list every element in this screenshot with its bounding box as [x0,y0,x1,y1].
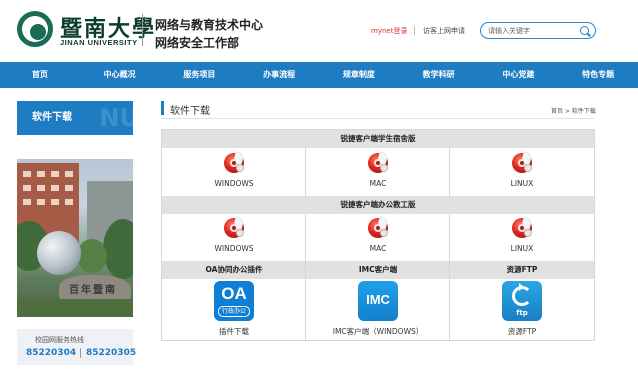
search-box[interactable] [480,22,596,39]
page-title: 软件下载 [170,106,210,117]
oa-icon-subtext: 行政办公 [218,306,250,317]
hotline-label: 校园网服务热线 [35,336,84,344]
breadcrumb[interactable]: 首页 > 软件下载 [551,106,596,115]
department-name-line2: 网络安全工作部 [155,36,240,50]
search-input[interactable] [488,25,576,36]
app-heading-imc: IMC客户端 [306,261,450,279]
download-staff-mac[interactable]: MAC [306,244,450,253]
ruijie-client-icon[interactable] [512,216,533,238]
imc-client-icon[interactable]: IMC [358,281,398,321]
ruijie-client-icon[interactable] [368,151,389,173]
sidebar-title-watermark: NU [99,104,133,132]
section-heading-staff: 锐捷客户端办公教工版 [162,196,594,214]
site-header: 暨南大學 JINAN UNIVERSITY 网络与教育技术中心 网络安全工作部 … [0,0,638,62]
imc-icon-text: IMC [366,292,390,307]
ruijie-client-icon[interactable] [224,151,245,173]
globe-sculpture [37,231,81,275]
nav-item-overview[interactable]: 中心概况 [80,62,160,88]
app-heading-oa: OA协同办公插件 [162,261,306,279]
hotline-number-2: 85220305 [86,348,137,358]
nav-item-procedures[interactable]: 办事流程 [239,62,319,88]
hotline-number-1: 85220304 [26,348,77,358]
nav-item-regulations[interactable]: 规章制度 [319,62,399,88]
nav-item-services[interactable]: 服务项目 [160,62,240,88]
download-resource-ftp[interactable]: 资源FTP [450,326,594,337]
logo-divider [142,14,143,46]
download-staff-linux[interactable]: LINUX [450,244,594,253]
nav-item-features[interactable]: 特色专题 [558,62,638,88]
ruijie-client-icon[interactable] [224,216,245,238]
sidebar-title-text: 软件下载 [32,112,72,123]
search-icon[interactable] [580,26,589,35]
app-heading-ftp: 资源FTP [450,261,594,279]
oa-plugin-icon[interactable]: OA 行政办公 [214,281,254,321]
university-seal-icon[interactable] [17,11,53,47]
download-student-linux[interactable]: LINUX [450,179,594,188]
download-oa-plugin[interactable]: 插件下载 [162,326,306,337]
department-name-line1: 网络与教育技术中心 [155,18,264,32]
download-student-mac[interactable]: MAC [306,179,450,188]
download-imc-client[interactable]: IMC客户端（WINDOWS） [306,326,450,337]
nav-item-research[interactable]: 教学科研 [399,62,479,88]
oa-icon-text: OA [221,284,247,303]
ruijie-client-icon[interactable] [368,216,389,238]
download-staff-windows[interactable]: WINDOWS [162,244,306,253]
header-link-separator [414,26,415,35]
university-name-en[interactable]: JINAN UNIVERSITY [60,38,138,47]
visitor-apply-link[interactable]: 访客上网申请 [423,26,465,36]
campus-photo: 百年暨南 [17,159,133,317]
section-heading-student: 锐捷客户端学生宿舍版 [162,130,594,148]
nav-item-home[interactable]: 首页 [0,62,80,88]
sidebar-title: 软件下载 NU [17,101,133,135]
ftp-icon[interactable]: ftp [502,281,542,321]
nav-item-party[interactable]: 中心党建 [479,62,559,88]
hotline-box: 校园网服务热线 85220304 85220305 [17,329,137,365]
title-divider [161,118,595,119]
download-table: 锐捷客户端学生宿舍版 WINDOWS MAC LINUX 锐捷客户端办公教工版 … [161,129,595,341]
download-student-windows[interactable]: WINDOWS [162,179,306,188]
rock-inscription: 百年暨南 [69,285,117,296]
ftp-icon-text: ftp [516,309,528,317]
main-nav: 首页 中心概况 服务项目 办事流程 规章制度 教学科研 中心党建 特色专题 [0,62,638,88]
main-title-accent [161,101,164,115]
mynet-login-link[interactable]: mynet登录 [371,26,407,36]
hotline-separator [80,348,81,358]
ruijie-client-icon[interactable] [512,151,533,173]
